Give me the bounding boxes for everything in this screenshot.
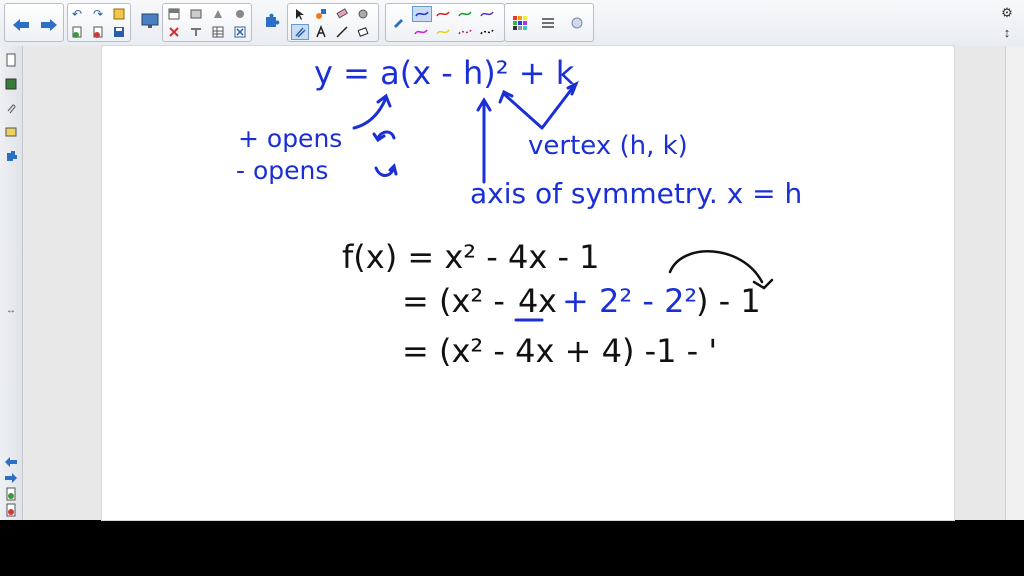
delete-page-icon[interactable]	[3, 502, 19, 518]
pen-style-purple[interactable]	[478, 6, 496, 22]
opens-down-symbol	[374, 163, 398, 177]
left-gutter	[23, 46, 101, 520]
eraser-icon[interactable]	[333, 6, 351, 22]
opens-up-symbol	[372, 130, 396, 143]
side-tabs: ↔	[0, 46, 23, 520]
axis-of-symmetry-label: axis of symmetry. x = h	[470, 177, 802, 210]
new-page-icon[interactable]	[110, 6, 128, 22]
resize-handle-icon[interactable]: ↔	[3, 302, 19, 318]
arrow-to-a	[352, 96, 388, 130]
main-toolbar: ↶ ↷ ⚙ ↕	[0, 0, 1024, 47]
ink-layer: y = a(x - h)² + k + opens - opens vertex…	[236, 54, 802, 370]
save-icon[interactable]	[110, 24, 128, 40]
properties-tab-icon[interactable]	[3, 124, 19, 140]
color-palette-icon[interactable]	[507, 8, 533, 38]
close-view-icon[interactable]	[231, 24, 249, 40]
text-icon[interactable]	[312, 24, 330, 40]
pen-style-pink-dashed[interactable]	[456, 24, 474, 40]
whiteboard-page[interactable]: y = a(x - h)² + k + opens - opens vertex…	[102, 46, 954, 520]
pen-icon[interactable]	[291, 24, 309, 40]
function-definition-line: f(x) = x² - 4x - 1	[342, 238, 600, 276]
delete-icon[interactable]	[165, 24, 183, 40]
line2-start: = (x² -	[402, 282, 505, 320]
display-icon[interactable]	[137, 6, 163, 36]
screen-shade-icon[interactable]	[165, 6, 183, 22]
addons-icon[interactable]	[3, 148, 19, 164]
attachments-icon[interactable]	[3, 100, 19, 116]
pen-style-green[interactable]	[456, 6, 474, 22]
line2-end: ) - 1	[696, 282, 761, 320]
select-icon[interactable]	[291, 6, 309, 22]
sidebar-right-arrow-icon[interactable]	[3, 470, 19, 486]
vertical-scrollbar[interactable]	[1005, 46, 1024, 520]
sidebar-left-arrow-icon[interactable]	[3, 454, 19, 470]
pen-style-yellow[interactable]	[434, 24, 452, 40]
shapes-icon[interactable]	[354, 24, 372, 40]
line2-x: x	[538, 282, 557, 320]
pen-style-magenta[interactable]	[412, 24, 430, 40]
table-icon[interactable]	[209, 24, 227, 40]
smart-notebook-window: ↶ ↷ ⚙ ↕ ↔ y = a(x - h)² + k + opens - op…	[0, 0, 1024, 520]
gear-icon[interactable]: ⚙	[996, 4, 1018, 22]
copy-icon[interactable]	[68, 24, 86, 40]
vertex-label: vertex (h, k)	[528, 131, 688, 161]
draw-tools-group	[287, 3, 379, 42]
forward-icon[interactable]	[36, 10, 62, 40]
capture-icon[interactable]	[187, 6, 205, 22]
hide-icon[interactable]	[187, 24, 205, 40]
negative-opens-label: - opens	[236, 156, 328, 185]
positive-opens-label: + opens	[238, 124, 342, 153]
insert-icon[interactable]	[209, 6, 227, 22]
edit-group: ↶ ↷	[67, 3, 131, 42]
pen-tool-icon[interactable]	[389, 14, 407, 30]
puzzle-icon[interactable]	[258, 6, 284, 36]
line-icon[interactable]	[333, 24, 351, 40]
line2-completing-square: + 2² - 2²	[562, 282, 697, 320]
undo-icon[interactable]: ↶	[68, 6, 86, 22]
back-icon[interactable]	[8, 10, 34, 40]
magic-pen-icon[interactable]	[354, 6, 372, 22]
pen-style-red[interactable]	[434, 6, 452, 22]
pen-styles-group	[385, 3, 505, 42]
fill-icon[interactable]	[312, 6, 330, 22]
clone-icon[interactable]	[89, 24, 107, 40]
gallery-icon[interactable]	[3, 76, 19, 92]
pen-style-blue[interactable]	[412, 6, 432, 22]
page-tools-group	[162, 3, 252, 42]
redo-icon[interactable]: ↷	[89, 6, 107, 22]
arrow-to-vertex	[502, 84, 576, 130]
page-sorter-icon[interactable]	[3, 52, 19, 68]
updown-icon[interactable]: ↕	[996, 23, 1018, 41]
line3-expression: = (x² - 4x + 4) -1 - '	[402, 332, 717, 370]
properties-icon[interactable]	[231, 6, 249, 22]
nav-group	[4, 3, 64, 42]
vertex-form-equation: y = a(x - h)² + k	[314, 54, 575, 92]
line-style-icon[interactable]	[535, 8, 561, 38]
line2-four: 4	[518, 282, 538, 320]
fill-effect-icon[interactable]	[565, 8, 591, 38]
properties-group	[504, 3, 594, 42]
add-page-icon[interactable]	[3, 486, 19, 502]
pen-style-black-dashed[interactable]	[478, 24, 496, 40]
right-gutter	[955, 46, 1005, 520]
